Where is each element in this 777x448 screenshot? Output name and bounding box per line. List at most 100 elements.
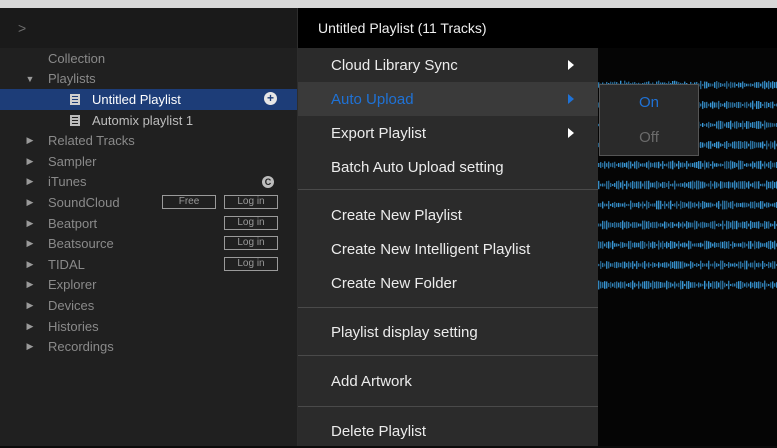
waveform-bar [624,281,626,289]
waveform-bar [648,220,650,230]
tree-item-devices[interactable]: ▶ Devices [0,295,297,316]
waveform-bar [598,280,600,290]
waveform-bar [602,163,604,167]
tree-item-beatport[interactable]: ▶ Beatport Log in [0,213,297,234]
tree-item-itunes[interactable]: ▶ iTunes C [0,172,297,193]
tree-item-tidal[interactable]: ▶ TIDAL Log in [0,254,297,275]
submenu-item-off[interactable]: Off [600,120,698,154]
submenu-item-on[interactable]: On [600,85,698,119]
waveform-bar [710,242,712,248]
waveform-bar [634,222,636,228]
tree-item-label: iTunes [48,174,87,190]
waveform-bar [706,81,708,89]
menu-item-auto-upload[interactable]: Auto Upload [298,82,598,116]
waveform-bar [634,181,636,189]
expand-arrow-icon[interactable]: ▶ [24,259,36,270]
expand-arrow-icon[interactable]: ▶ [24,218,36,229]
expand-arrow-icon[interactable]: ▶ [24,176,36,187]
menu-item-create-new-intelligent-playlist[interactable]: Create New Intelligent Playlist [298,232,598,266]
tree-item-related-tracks[interactable]: ▶ Related Tracks [0,130,297,151]
beatport-login-button[interactable]: Log in [224,215,278,230]
menu-item-batch-auto-upload-setting[interactable]: Batch Auto Upload setting [298,150,598,184]
expand-arrow-icon[interactable]: ▶ [24,197,36,208]
menu-item-cloud-library-sync[interactable]: Cloud Library Sync [298,48,598,82]
waveform-bar [724,161,726,169]
waveform-bar [598,241,600,249]
itunes-refresh-icon[interactable]: C [262,175,274,188]
waveform-bar [642,183,644,187]
tree-item-sampler[interactable]: ▶ Sampler [0,151,297,172]
tidal-login-button[interactable]: Log in [224,256,278,271]
menu-item-delete-playlist[interactable]: Delete Playlist [298,414,598,448]
waveform-bar [756,121,758,129]
expand-arrow-icon[interactable]: ▶ [24,341,36,352]
waveform-bar [618,222,620,228]
waveform-bar [676,283,678,287]
waveform-bar [684,202,686,208]
waveform-bar [712,83,714,87]
waveform-bar [760,142,762,148]
tree-item-playlists[interactable]: ▼ Playlists [0,69,297,90]
expand-arrow-icon[interactable]: ▶ [24,135,36,146]
waveform-bar [706,222,708,228]
collapse-arrow-icon[interactable]: ▼ [24,74,36,84]
waveform-bar [622,162,624,168]
tree-item-collection[interactable]: Collection [0,48,297,69]
menu-item-playlist-display-setting[interactable]: Playlist display setting [298,315,598,349]
waveform-bar [690,241,692,249]
waveform-bar [686,281,688,289]
menu-item-label: Delete Playlist [331,422,427,440]
tree-item-automix-playlist[interactable]: Automix playlist 1 [0,110,297,131]
waveform-bar [762,123,764,127]
tree-item-soundcloud[interactable]: ▶ SoundCloud Free Log in [0,192,297,213]
waveform-bar [730,263,732,267]
tree-item-beatsource[interactable]: ▶ Beatsource Log in [0,233,297,254]
expand-arrow-icon[interactable]: ▶ [24,321,36,332]
waveform-bar [752,83,754,87]
waveform-bar [736,102,738,108]
waveform-bar [722,220,724,230]
waveform-bar [720,143,722,147]
add-track-icon[interactable]: + [264,92,277,106]
waveform-bar [760,223,762,227]
waveform-bar [706,283,708,287]
waveform-bar [744,242,746,248]
waveform-bar [748,163,750,167]
expand-arrow-icon[interactable]: ▶ [24,156,36,167]
expand-arrow-icon[interactable]: ▶ [24,279,36,290]
menu-item-export-playlist[interactable]: Export Playlist [298,116,598,150]
waveform-bar [734,221,736,229]
waveform-bar [728,142,730,148]
waveform-bar [608,161,610,169]
expand-arrow-icon[interactable]: ▶ [24,300,36,311]
expand-chevron-icon[interactable]: > [18,20,26,36]
soundcloud-free-button[interactable]: Free [162,195,216,210]
waveform-bar [688,201,690,209]
waveform-bar [738,261,740,269]
waveform-bar [708,103,710,107]
waveform-bar [676,243,678,247]
tree-item-recordings[interactable]: ▶ Recordings [0,336,297,357]
waveform-bar [722,181,724,189]
tree-item-histories[interactable]: ▶ Histories [0,316,297,337]
waveform-bar [620,182,622,188]
expand-arrow-icon[interactable]: ▶ [24,238,36,249]
soundcloud-login-button[interactable]: Log in [224,195,278,210]
menu-item-create-new-playlist[interactable]: Create New Playlist [298,198,598,232]
tree-item-untitled-playlist[interactable]: Untitled Playlist + [0,89,297,110]
waveform-bar [754,181,756,189]
waveform-bar [702,122,704,128]
waveform-bar [608,241,610,249]
menu-item-add-artwork[interactable]: Add Artwork [298,364,598,398]
waveform-bar [618,202,620,208]
waveform-bar [732,283,734,287]
waveform-bar [630,240,632,250]
waveform-bar [668,263,670,267]
waveform-bar [730,81,732,89]
waveform-bar [740,280,742,290]
menu-item-create-new-folder[interactable]: Create New Folder [298,266,598,300]
waveform-bar [636,283,638,287]
tree-item-explorer[interactable]: ▶ Explorer [0,275,297,296]
title-bar [0,0,777,8]
beatsource-login-button[interactable]: Log in [224,236,278,251]
